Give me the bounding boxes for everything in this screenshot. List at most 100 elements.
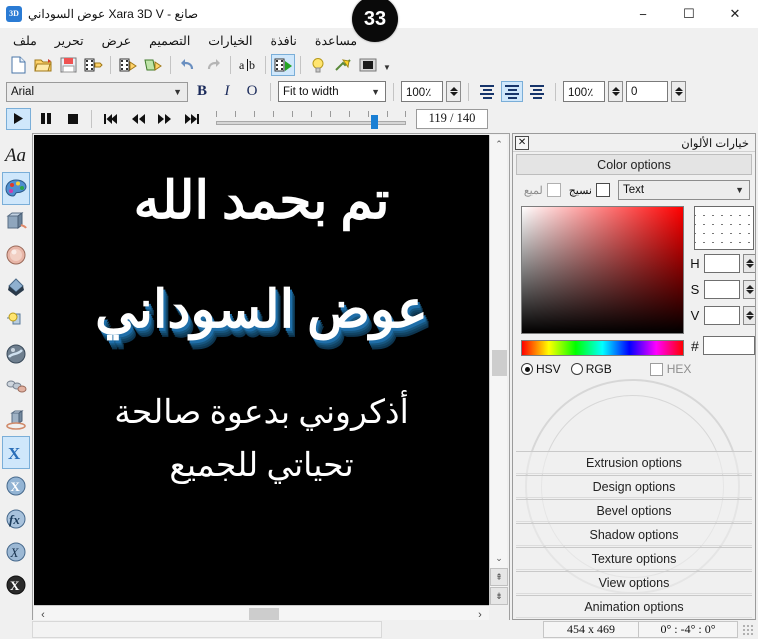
scroll-left-icon[interactable]: ‹ bbox=[34, 609, 52, 621]
color-target-select[interactable]: Text ▼ bbox=[618, 180, 750, 200]
saturation-value-box[interactable] bbox=[521, 206, 684, 334]
spacing-value-stepper[interactable] bbox=[608, 81, 623, 102]
design-options-button[interactable]: Design options bbox=[516, 475, 752, 498]
rgb-radio[interactable]: RGB bbox=[571, 362, 612, 376]
scroll-up-icon[interactable]: ⌃ bbox=[490, 135, 508, 153]
chevron-down-icon: ▼ bbox=[371, 87, 380, 97]
tool-shadow[interactable] bbox=[2, 271, 30, 304]
offset-value-field[interactable]: 0 bbox=[626, 81, 668, 102]
maximize-button[interactable]: ☐ bbox=[666, 0, 712, 28]
open-folder-icon[interactable] bbox=[31, 54, 55, 76]
minimize-button[interactable]: − bbox=[620, 0, 666, 28]
menu-view[interactable]: عرض bbox=[93, 30, 140, 51]
menu-window[interactable]: نافذة bbox=[262, 30, 306, 51]
italic-button[interactable]: I bbox=[216, 81, 238, 103]
hue-stepper[interactable] bbox=[743, 254, 756, 273]
saturation-stepper[interactable] bbox=[743, 280, 756, 299]
hex-checkbox[interactable] bbox=[650, 363, 663, 376]
hue-slider[interactable] bbox=[521, 340, 684, 356]
tool-view[interactable] bbox=[2, 403, 30, 436]
tool-x-plain[interactable]: X bbox=[2, 436, 30, 469]
fast-forward-button[interactable] bbox=[152, 108, 177, 130]
view-rotate-icon bbox=[4, 409, 28, 431]
toolbar-separator bbox=[91, 110, 92, 128]
page-up-button[interactable]: ⇞ bbox=[490, 568, 508, 586]
hex-checkbox-wrap[interactable]: HEX bbox=[650, 362, 692, 376]
fit-value-field[interactable]: 100٪ bbox=[401, 81, 443, 102]
play-animation-icon[interactable] bbox=[271, 54, 295, 76]
texture-checkbox[interactable] bbox=[596, 183, 610, 197]
canvas-vertical-scrollbar[interactable]: ⌃ ⌄ ⇞ ⇟ bbox=[489, 135, 507, 605]
outline-button[interactable]: O bbox=[241, 81, 263, 103]
align-center-button[interactable] bbox=[501, 81, 523, 102]
toolbar-overflow-chevron-down-icon[interactable]: ▼ bbox=[381, 54, 393, 76]
lightbulb-icon[interactable] bbox=[306, 54, 330, 76]
hex-input[interactable] bbox=[703, 336, 755, 355]
skip-last-button[interactable] bbox=[179, 108, 204, 130]
panel-close-button[interactable]: ✕ bbox=[515, 136, 529, 150]
tool-x-circle-3[interactable]: X bbox=[2, 535, 30, 568]
font-family-select[interactable]: Arial ▼ bbox=[6, 82, 188, 102]
hsv-radio[interactable]: HSV bbox=[521, 362, 561, 376]
lightning-icon[interactable] bbox=[331, 54, 355, 76]
tool-x-circle[interactable]: X bbox=[2, 469, 30, 502]
undo-icon[interactable] bbox=[176, 54, 200, 76]
tool-texture[interactable] bbox=[2, 337, 30, 370]
view-options-button[interactable]: View options bbox=[516, 571, 752, 594]
vertical-scroll-thumb[interactable] bbox=[492, 350, 507, 376]
x-circle-icon: X bbox=[5, 475, 27, 497]
rewind-button[interactable] bbox=[125, 108, 150, 130]
save-disk-icon[interactable] bbox=[56, 54, 80, 76]
timeline-slider[interactable] bbox=[216, 108, 406, 130]
extrusion-options-button[interactable]: Extrusion options bbox=[516, 451, 752, 474]
design-canvas[interactable]: تم بحمد الله عوض السوداني أذكروني بدعوة … bbox=[34, 135, 489, 605]
spacing-value-field[interactable]: 100٪ bbox=[563, 81, 605, 102]
fit-mode-select[interactable]: Fit to width ▼ bbox=[278, 81, 386, 102]
menu-options[interactable]: الخيارات bbox=[199, 30, 261, 51]
animation-options-button[interactable]: Animation options bbox=[516, 595, 752, 618]
tool-x-circle-4[interactable]: X bbox=[2, 568, 30, 601]
shadow-options-button[interactable]: Shadow options bbox=[516, 523, 752, 546]
close-button[interactable]: ✕ bbox=[712, 0, 758, 28]
skip-first-button[interactable] bbox=[98, 108, 123, 130]
scroll-down-icon[interactable]: ⌄ bbox=[490, 549, 508, 567]
resize-grip-icon[interactable] bbox=[742, 624, 754, 636]
offset-value-stepper[interactable] bbox=[671, 81, 686, 102]
gloss-checkbox-wrap[interactable]: لميع bbox=[524, 183, 561, 197]
saturation-input[interactable] bbox=[704, 280, 740, 299]
menu-design[interactable]: التصميم bbox=[140, 30, 199, 51]
tool-extrude[interactable] bbox=[2, 205, 30, 238]
tool-bevel[interactable] bbox=[2, 238, 30, 271]
stop-button[interactable] bbox=[60, 108, 85, 130]
text-ab-icon[interactable]: ab bbox=[236, 54, 260, 76]
scroll-right-icon[interactable]: › bbox=[471, 609, 489, 621]
tool-animation[interactable] bbox=[2, 370, 30, 403]
align-right-button[interactable] bbox=[526, 81, 548, 102]
menu-edit[interactable]: تحرير bbox=[46, 30, 93, 51]
background-icon[interactable] bbox=[356, 54, 380, 76]
gloss-checkbox[interactable] bbox=[547, 183, 561, 197]
texture-options-button[interactable]: Texture options bbox=[516, 547, 752, 570]
import-film-icon[interactable] bbox=[116, 54, 140, 76]
value-stepper[interactable] bbox=[743, 306, 756, 325]
export-film-icon[interactable] bbox=[81, 54, 105, 76]
tool-text[interactable]: Aa bbox=[2, 139, 30, 172]
tool-lights[interactable] bbox=[2, 304, 30, 337]
export-image-icon[interactable] bbox=[141, 54, 165, 76]
page-down-button[interactable]: ⇟ bbox=[490, 587, 508, 605]
tool-x-circle-2[interactable]: fx bbox=[2, 502, 30, 535]
pause-button[interactable] bbox=[33, 108, 58, 130]
bevel-options-button[interactable]: Bevel options bbox=[516, 499, 752, 522]
tool-color[interactable] bbox=[2, 172, 30, 205]
new-document-icon[interactable] bbox=[6, 54, 30, 76]
hue-input[interactable] bbox=[704, 254, 740, 273]
redo-icon[interactable] bbox=[201, 54, 225, 76]
play-button[interactable] bbox=[6, 108, 31, 130]
value-input[interactable] bbox=[704, 306, 740, 325]
bold-button[interactable]: B bbox=[191, 81, 213, 103]
fit-value-stepper[interactable] bbox=[446, 81, 461, 102]
texture-checkbox-wrap[interactable]: نسيج bbox=[569, 183, 610, 197]
align-left-button[interactable] bbox=[476, 81, 498, 102]
timeline-thumb[interactable] bbox=[371, 115, 378, 129]
menu-file[interactable]: ملف bbox=[4, 30, 46, 51]
